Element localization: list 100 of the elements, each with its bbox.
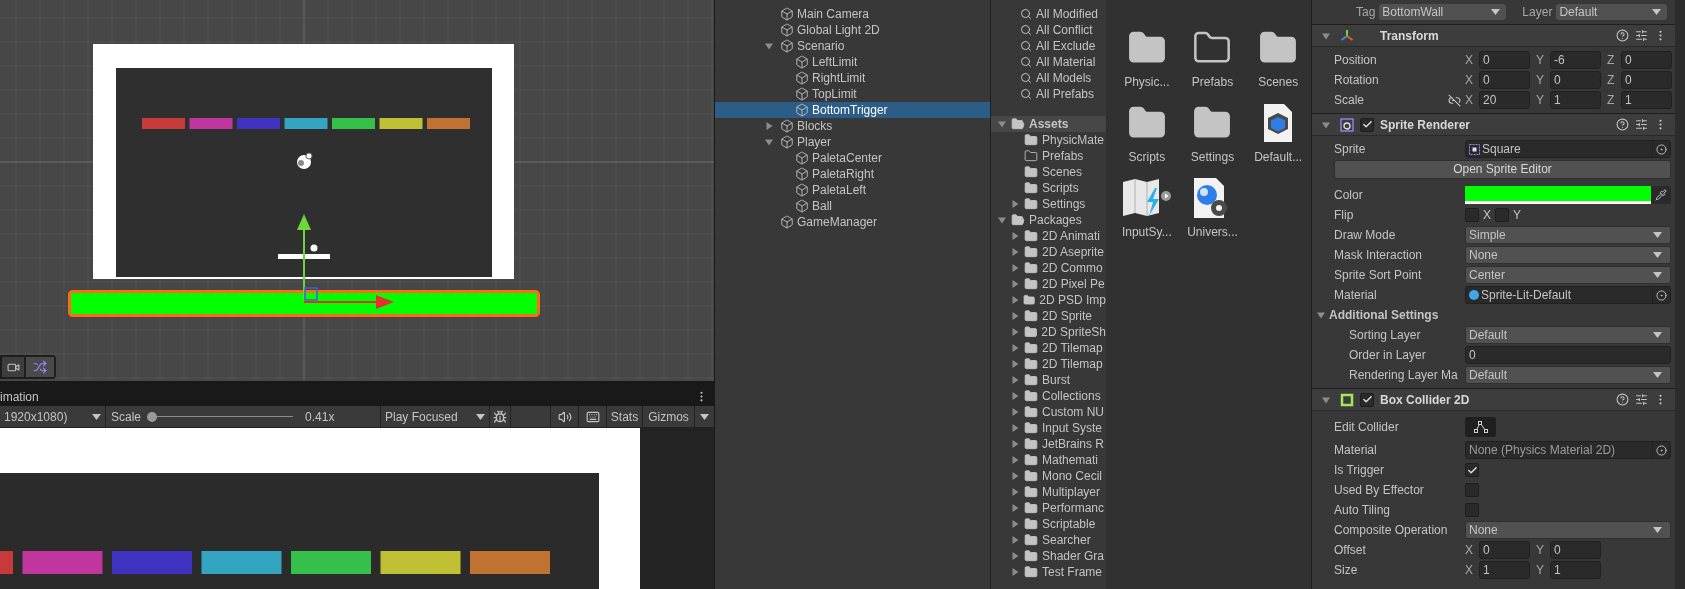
project-tree-item[interactable]: Multiplayer	[991, 484, 1106, 500]
dropdown[interactable]: None	[1465, 521, 1671, 539]
favorite-search-item[interactable]: All Modified	[991, 6, 1106, 22]
triangle-right-icon[interactable]	[1011, 280, 1019, 288]
project-tree-item[interactable]: Performanc	[991, 500, 1106, 516]
hierarchy-item[interactable]: PaletaCenter	[715, 150, 990, 166]
asset-item[interactable]: Scripts	[1114, 101, 1180, 174]
number-field[interactable]: 0	[1465, 346, 1671, 364]
hierarchy-item[interactable]: PaletaRight	[715, 166, 990, 182]
triangle-right-icon[interactable]	[1011, 328, 1019, 336]
triangle-right-icon[interactable]	[1011, 568, 1019, 576]
asset-item[interactable]: Scenes	[1245, 26, 1311, 99]
number-field[interactable]: 1	[1550, 561, 1601, 579]
tag-dropdown[interactable]: BottomWall	[1379, 4, 1507, 20]
project-tree-item[interactable]: Mathemati	[991, 452, 1106, 468]
number-field[interactable]: 0	[1479, 541, 1530, 559]
hierarchy-item[interactable]: BottomTrigger	[715, 102, 990, 118]
triangle-down-icon[interactable]	[998, 120, 1006, 128]
project-tree-item[interactable]: 2D Animati	[991, 228, 1106, 244]
help-icon[interactable]	[1616, 118, 1629, 131]
play-mode-dropdown[interactable]: Play Focused	[381, 406, 490, 427]
dropdown[interactable]: Default	[1465, 326, 1671, 344]
triangle-right-icon[interactable]	[1011, 296, 1019, 304]
triangle-right-icon[interactable]	[765, 122, 773, 130]
component-header[interactable]: Box Collider 2D	[1312, 389, 1675, 411]
favorite-search-item[interactable]: All Exclude	[991, 38, 1106, 54]
triangle-right-icon[interactable]	[1011, 552, 1019, 560]
project-tree-item[interactable]: 2D Commo	[991, 260, 1106, 276]
project-tree-item[interactable]: Prefabs	[991, 148, 1106, 164]
triangle-right-icon[interactable]	[1011, 376, 1019, 384]
open-sprite-editor-button[interactable]: Open Sprite Editor	[1334, 159, 1671, 179]
project-tree-item[interactable]: Collections	[991, 388, 1106, 404]
favorite-search-item[interactable]: All Material	[991, 54, 1106, 70]
dropdown[interactable]: Default	[1465, 366, 1671, 384]
gizmos-button[interactable]: Gizmos	[643, 406, 695, 427]
hierarchy-item[interactable]: Ball	[715, 198, 990, 214]
shuffle-button[interactable]	[26, 357, 54, 377]
number-field[interactable]: 0	[1479, 51, 1530, 69]
project-tree-item[interactable]: 2D Tilemap	[991, 356, 1106, 372]
triangle-down-icon[interactable]	[765, 42, 773, 50]
triangle-right-icon[interactable]	[1011, 504, 1019, 512]
triangle-right-icon[interactable]	[1011, 488, 1019, 496]
project-tree-item[interactable]: 2D PSD Imp	[991, 292, 1106, 308]
triangle-right-icon[interactable]	[1011, 536, 1019, 544]
project-tree-item[interactable]: Burst	[991, 372, 1106, 388]
number-field[interactable]: 1	[1550, 91, 1601, 109]
checkbox[interactable]	[1495, 208, 1509, 222]
object-field[interactable]: None (Physics Material 2D)	[1465, 441, 1671, 459]
enable-checkbox[interactable]	[1360, 392, 1374, 407]
component-header[interactable]: Sprite Renderer	[1312, 114, 1675, 136]
triangle-right-icon[interactable]	[1011, 440, 1019, 448]
triangle-right-icon[interactable]	[1011, 408, 1019, 416]
triangle-right-icon[interactable]	[1011, 360, 1019, 368]
object-picker-icon[interactable]	[1656, 143, 1667, 155]
checkbox[interactable]	[1465, 208, 1479, 222]
dropdown[interactable]: Simple	[1465, 226, 1671, 244]
project-tree-item[interactable]: 2D Tilemap	[991, 340, 1106, 356]
project-tree-item[interactable]: Searcher	[991, 532, 1106, 548]
hierarchy-item[interactable]: TopLimit	[715, 86, 990, 102]
asset-item[interactable]: Prefabs	[1179, 26, 1246, 99]
number-field[interactable]: 1	[1621, 91, 1672, 109]
triangle-right-icon[interactable]	[1011, 312, 1019, 320]
project-tree-item[interactable]: Shader Gra	[991, 548, 1106, 564]
object-picker-icon[interactable]	[1656, 444, 1667, 456]
triangle-down-icon[interactable]	[1322, 395, 1330, 404]
number-field[interactable]: 0	[1479, 71, 1530, 89]
component-header[interactable]: Transform	[1312, 25, 1675, 47]
slider-thumb[interactable]	[147, 411, 158, 422]
project-tree-item[interactable]: 2D Sprite	[991, 308, 1106, 324]
checkbox[interactable]	[1465, 483, 1479, 497]
object-picker-icon[interactable]	[1656, 289, 1667, 301]
object-field[interactable]: Square	[1465, 140, 1671, 158]
asset-item[interactable]: Default...	[1245, 101, 1311, 174]
presets-icon[interactable]	[1635, 118, 1648, 131]
hierarchy-item[interactable]: Blocks	[715, 118, 990, 134]
project-tree-item[interactable]: Assets	[991, 116, 1106, 132]
triangle-right-icon[interactable]	[1011, 248, 1019, 256]
asset-item[interactable]: InputSy...	[1114, 176, 1180, 249]
number-field[interactable]: 1	[1479, 561, 1530, 579]
hierarchy-item[interactable]: Player	[715, 134, 990, 150]
asset-item[interactable]: Physic...	[1114, 26, 1180, 99]
checkbox[interactable]	[1465, 463, 1479, 477]
hierarchy-item[interactable]: Global Light 2D	[715, 22, 990, 38]
number-field[interactable]: 0	[1550, 71, 1601, 89]
help-icon[interactable]	[1616, 29, 1629, 42]
number-field[interactable]: 20	[1479, 91, 1530, 109]
hierarchy-item[interactable]: GameManager	[715, 214, 990, 230]
project-tree-item[interactable]: Input Syste	[991, 420, 1106, 436]
number-field[interactable]: 0	[1621, 51, 1672, 69]
unlinked-icon[interactable]	[1448, 93, 1461, 107]
enable-checkbox[interactable]	[1360, 117, 1374, 132]
resolution-dropdown[interactable]: 1920x1080)	[0, 406, 106, 427]
dropdown[interactable]: None	[1465, 246, 1671, 264]
triangle-down-icon[interactable]	[1317, 311, 1325, 319]
eyedropper-icon[interactable]	[1655, 189, 1667, 201]
edit-collider-button[interactable]	[1465, 417, 1496, 437]
favorite-search-item[interactable]: All Models	[991, 70, 1106, 86]
project-tree-item[interactable]: Scenes	[991, 164, 1106, 180]
triangle-down-icon[interactable]	[1322, 31, 1330, 40]
project-tree-item[interactable]: Packages	[991, 212, 1106, 228]
